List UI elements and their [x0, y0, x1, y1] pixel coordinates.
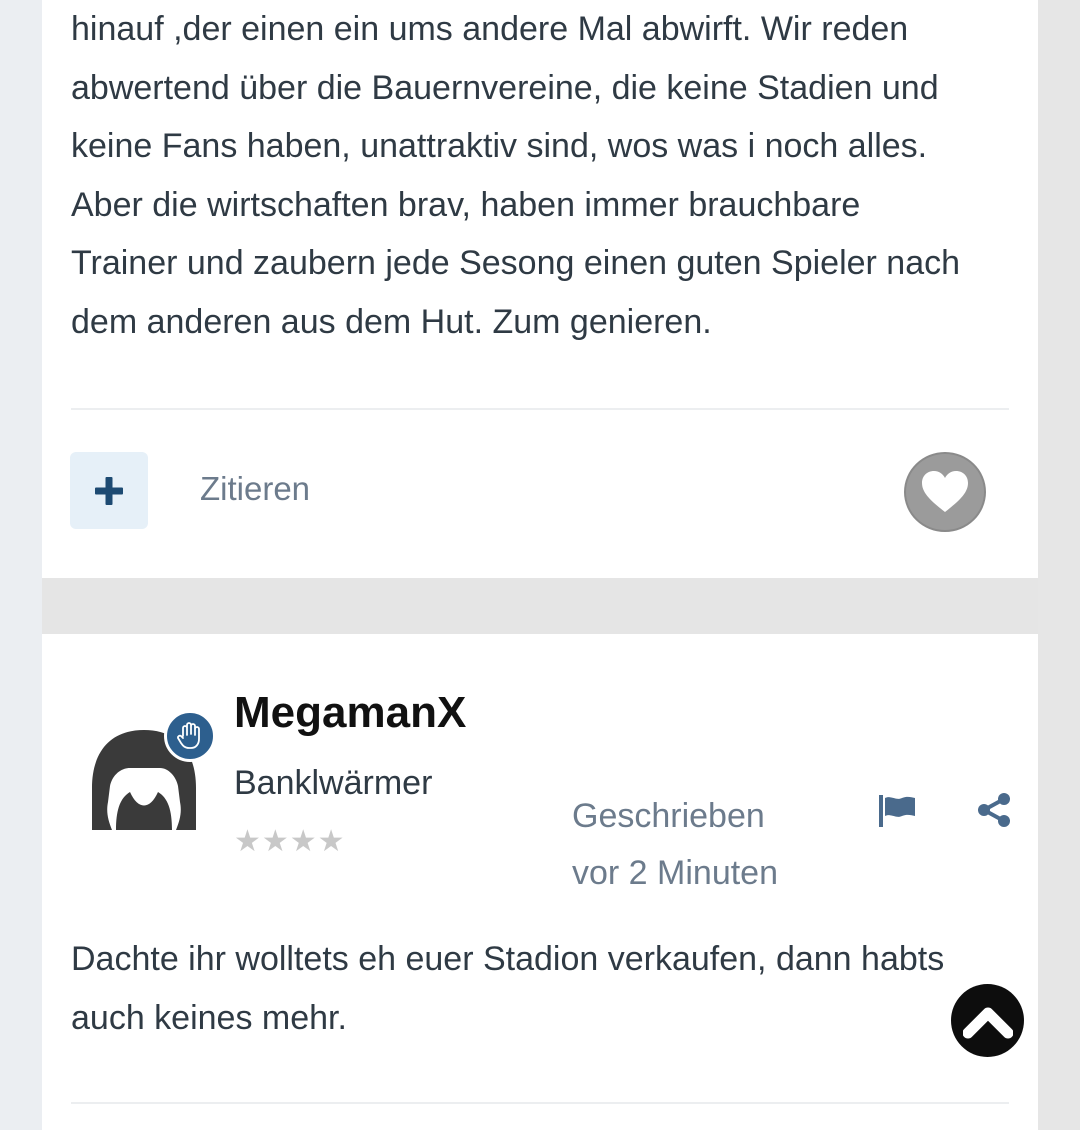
post-line: hinauf ,der einen ein ums andere Mal abw… [71, 10, 909, 48]
post-line: abwertend über die Bauernvereine, die ke… [71, 68, 939, 107]
posted-time: vor 2 Minuten [572, 854, 778, 892]
flag-icon [879, 795, 915, 827]
post-line: keine Fans haben, unattraktiv sind, wos … [71, 127, 928, 166]
post-timestamp[interactable]: Geschrieben vor 2 Minuten [572, 788, 862, 902]
post-line: dem anderen aus dem Hut. Zum genieren. [71, 302, 712, 341]
share-icon [978, 793, 1010, 827]
share-button[interactable] [976, 792, 1012, 833]
like-button[interactable] [904, 452, 986, 532]
author-rank: Banklwärmer [234, 764, 433, 802]
page-gutter-right [1038, 0, 1080, 1130]
raised-hand-icon [177, 722, 200, 749]
heart-icon [922, 471, 968, 512]
quote-button[interactable]: Zitieren [200, 470, 310, 508]
post-divider [71, 408, 1009, 410]
rank-stars: ★★★★ [234, 825, 346, 858]
page-gutter-left [0, 0, 42, 1130]
scroll-to-top-button[interactable] [951, 984, 1024, 1057]
report-button[interactable] [878, 794, 916, 833]
group-badge [164, 710, 216, 762]
post-line: Trainer und zaubern jede Sesong einen gu… [71, 244, 961, 283]
previous-post-body: hinauf ,der einen ein ums andere Mal abw… [71, 0, 1021, 352]
posted-label: Geschrieben [572, 797, 765, 835]
post-line: Dachte ihr wolltets eh euer Stadion verk… [71, 940, 945, 978]
post-line: auch keines mehr. [71, 998, 347, 1037]
chevron-up-icon [962, 1007, 1013, 1038]
post-card: MegamanX Banklwärmer ★★★★ Geschrieben vo… [42, 634, 1038, 1130]
post-line: Aber die wirtschaften brav, haben immer … [71, 185, 861, 224]
post-divider [71, 1102, 1009, 1104]
post-body: Dachte ihr wolltets eh euer Stadion verk… [71, 930, 1021, 1047]
previous-post-card: hinauf ,der einen ein ums andere Mal abw… [42, 0, 1038, 578]
author-name[interactable]: MegamanX [234, 688, 466, 738]
multiquote-button[interactable] [70, 452, 148, 529]
post-separator-band [42, 578, 1038, 634]
plus-icon [95, 476, 123, 505]
